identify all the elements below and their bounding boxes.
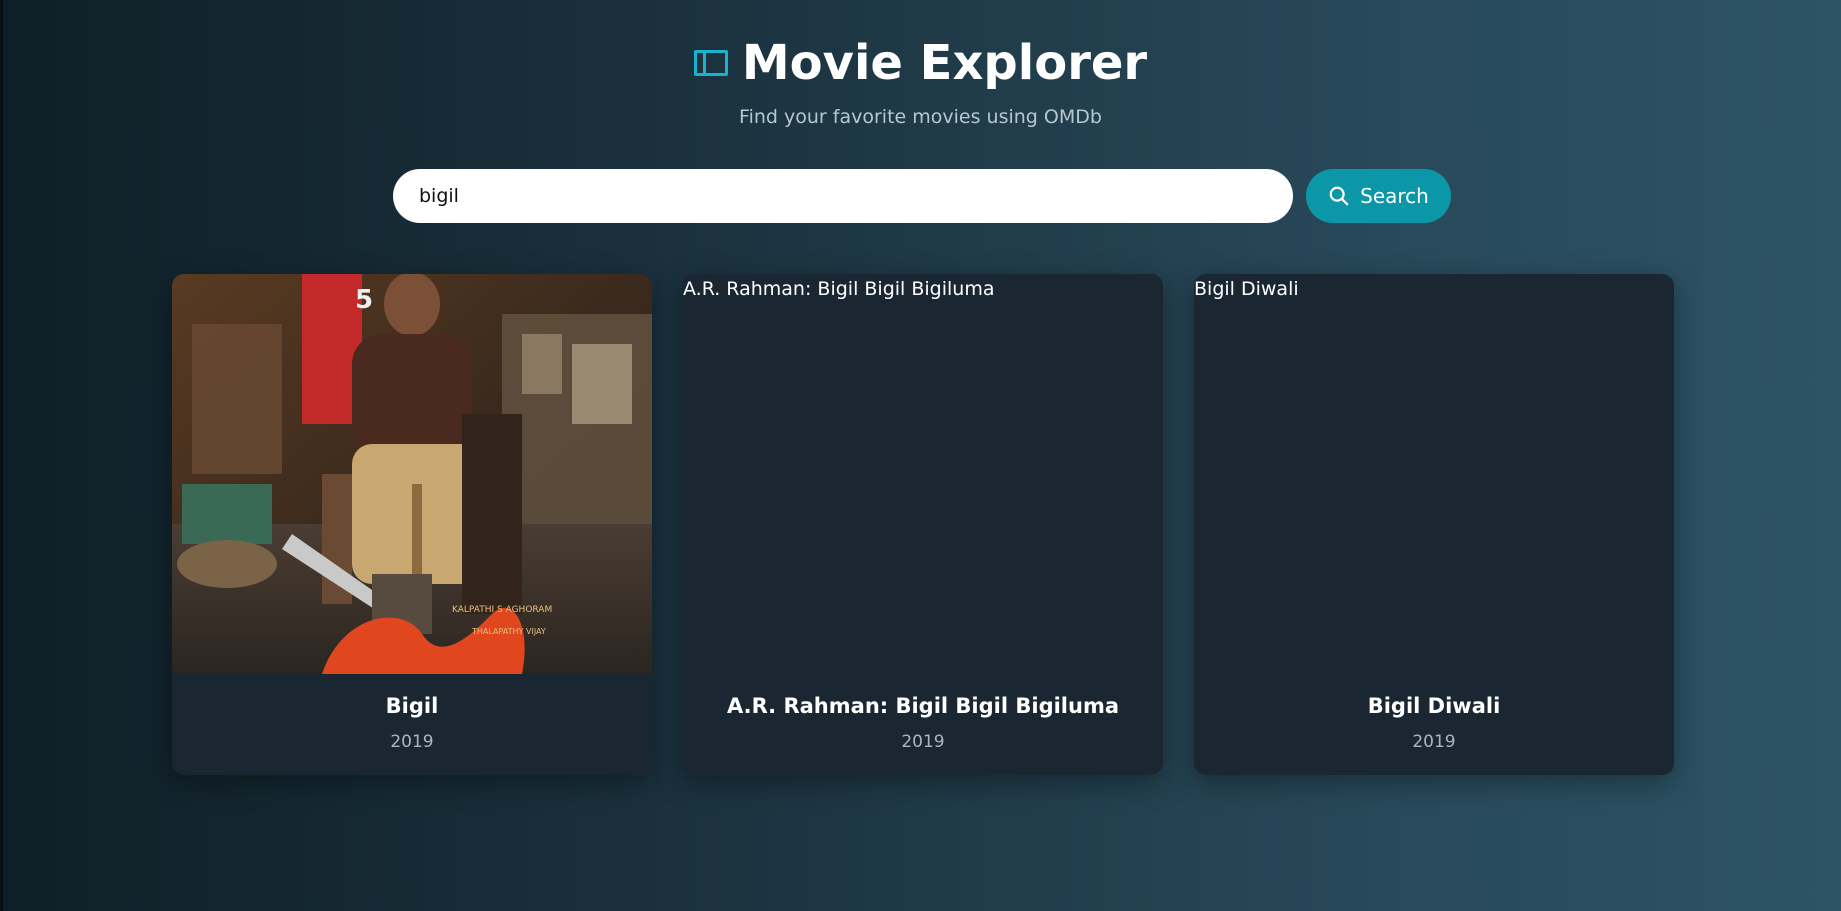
movie-title: Bigil Diwali (1367, 694, 1501, 718)
search-input[interactable] (393, 169, 1293, 223)
search-bar: Search (393, 169, 1451, 223)
movie-info: Bigil Diwali 2019 (1194, 694, 1674, 752)
movie-card[interactable]: A.R. Rahman: Bigil Bigil Bigiluma A.R. R… (683, 274, 1163, 775)
movie-title: A.R. Rahman: Bigil Bigil Bigiluma (727, 694, 1119, 718)
svg-text:5: 5 (355, 285, 373, 315)
search-icon (1329, 186, 1349, 206)
poster-image: 5 KALPATHI S AGHORAM THALAPATHY VIJAY (172, 274, 652, 674)
movie-card[interactable]: Bigil Diwali Bigil Diwali 2019 (1194, 274, 1674, 775)
movie-card[interactable]: 5 KALPATHI S AGHORAM THALAPATHY VIJAY Bi… (172, 274, 652, 775)
movie-info: Bigil 2019 (172, 694, 652, 752)
movie-poster-missing: Bigil Diwali (1194, 274, 1674, 674)
title-row: Movie Explorer (0, 34, 1841, 92)
page-subtitle: Find your favorite movies using OMDb (739, 106, 1102, 128)
film-frame-icon (693, 50, 728, 76)
movie-year: 2019 (1412, 732, 1456, 752)
movie-year: 2019 (390, 732, 434, 752)
svg-text:THALAPATHY VIJAY: THALAPATHY VIJAY (471, 627, 546, 636)
movie-info: A.R. Rahman: Bigil Bigil Bigiluma 2019 (683, 694, 1163, 752)
svg-text:KALPATHI S AGHORAM: KALPATHI S AGHORAM (452, 605, 552, 615)
search-button-label: Search (1360, 184, 1429, 208)
page-header: Movie Explorer Find your favorite movies… (0, 34, 1841, 128)
movie-poster-missing: A.R. Rahman: Bigil Bigil Bigiluma (683, 274, 1163, 674)
poster-alt-text: Bigil Diwali (1194, 278, 1299, 300)
movie-year: 2019 (901, 732, 945, 752)
movie-title: Bigil (385, 694, 439, 718)
results-grid: 5 KALPATHI S AGHORAM THALAPATHY VIJAY Bi… (172, 274, 1674, 775)
movie-poster: 5 KALPATHI S AGHORAM THALAPATHY VIJAY (172, 274, 652, 674)
search-button[interactable]: Search (1306, 169, 1451, 223)
poster-alt-text: A.R. Rahman: Bigil Bigil Bigiluma (683, 278, 995, 300)
page-title: Movie Explorer (741, 35, 1148, 91)
window-edge (0, 0, 3, 911)
